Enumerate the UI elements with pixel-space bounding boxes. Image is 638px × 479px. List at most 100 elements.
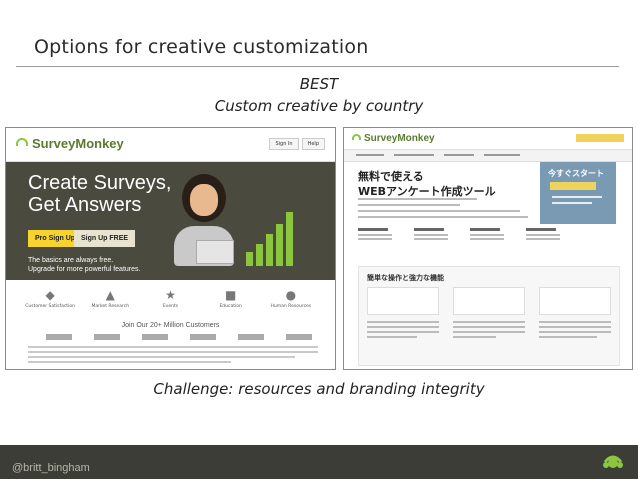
nav-item <box>356 154 384 156</box>
twitter-handle: @britt_bingham <box>12 462 90 474</box>
text-line <box>358 234 392 236</box>
feature-column <box>526 228 560 242</box>
sign-in-button: Sign In <box>269 138 299 150</box>
headline-line-1: Create Surveys, <box>28 172 172 194</box>
feature-item: ■ Education <box>203 288 259 309</box>
laptop-icon <box>196 240 234 264</box>
feature-label: Customer Satisfaction <box>25 304 75 309</box>
logo-text: SurveyMonkey <box>364 133 435 144</box>
text-line <box>539 326 611 328</box>
text-line <box>367 336 418 338</box>
text-line <box>367 321 439 323</box>
text-line <box>414 234 448 236</box>
text-line <box>539 321 611 323</box>
section-title: 簡単な操作と強力な機能 <box>367 274 444 282</box>
text-line <box>358 198 477 200</box>
panel-cta-button <box>550 182 596 190</box>
book-icon: ■ <box>224 288 237 302</box>
surveymonkey-logo: SurveyMonkey <box>16 136 124 151</box>
feature-tile <box>539 287 611 315</box>
illustration-face <box>190 184 218 216</box>
logo-text: SurveyMonkey <box>32 136 124 151</box>
customer-logo <box>94 334 120 340</box>
surveymonkey-japanese-screenshot: SurveyMonkey 無料で使える WEBアンケート作成ツール 今すぐスター… <box>343 127 633 370</box>
feature-column <box>358 228 392 242</box>
text-line <box>470 234 504 236</box>
feature-item: ◆ Customer Satisfaction <box>22 288 78 309</box>
header-cta-button <box>576 134 624 142</box>
tile-text-block <box>539 321 611 341</box>
subtext-line-2: Upgrade for more powerful features. <box>28 266 141 273</box>
feature-label: Human Resources <box>270 304 312 309</box>
feature-icon-row: ◆ Customer Satisfaction ▲ Market Research … <box>6 288 335 309</box>
nav-item <box>394 154 434 156</box>
illustration-bar <box>246 252 253 266</box>
title-divider <box>16 66 619 67</box>
tile-text-block <box>453 321 525 341</box>
features-section: 簡単な操作と強力な機能 <box>358 266 620 366</box>
customer-logo <box>46 334 72 340</box>
text-line <box>526 234 560 236</box>
text-line <box>453 326 525 328</box>
site-header: SurveyMonkey Sign In Help <box>6 128 335 162</box>
hero-banner: Create Surveys, Get Answers Pro Sign Up S… <box>6 162 335 280</box>
hero-text-block <box>358 198 528 222</box>
surveymonkey-english-screenshot: SurveyMonkey Sign In Help Create Surveys… <box>5 127 336 370</box>
surveymonkey-logo: SurveyMonkey <box>352 133 435 144</box>
star-icon: ★ <box>165 288 176 302</box>
text-line <box>358 216 528 218</box>
feature-item: ▲ Market Research <box>82 288 138 309</box>
hero-headline-line-1: 無料で使える <box>358 170 424 183</box>
slide-subtitle: Custom creative by country <box>214 97 424 115</box>
subtext-line-1: The basics are always free. <box>28 257 114 264</box>
sign-up-free-button: Sign Up FREE <box>74 230 136 247</box>
growth-chart-illustration <box>246 202 306 266</box>
nav-bar <box>344 150 632 162</box>
feature-item: ● Human Resources <box>263 288 319 309</box>
customers-heading: Join Our 20+ Million Customers <box>121 322 220 329</box>
hero-headline-line-2: WEBアンケート作成ツール <box>358 185 496 198</box>
feature-tiles <box>367 287 611 315</box>
chart-icon: ▲ <box>105 288 115 302</box>
customer-logos <box>46 334 312 340</box>
text-line <box>28 356 295 358</box>
text-line <box>367 331 439 333</box>
text-line <box>539 336 597 338</box>
text-line <box>526 238 560 240</box>
headline-line-2: Get Answers <box>28 194 142 216</box>
surveymonkey-logo-icon <box>603 455 623 468</box>
text-line <box>453 321 525 323</box>
column-title <box>470 228 500 231</box>
nav-item <box>444 154 474 156</box>
text-line <box>453 331 525 333</box>
text-line <box>552 196 602 198</box>
hero-headline: Create Surveys, Get Answers <box>28 172 171 216</box>
text-line <box>28 346 318 348</box>
illustration-bar <box>266 234 273 266</box>
text-line <box>358 204 460 206</box>
feature-columns <box>358 228 560 242</box>
feature-tile <box>453 287 525 315</box>
illustration-bar <box>276 224 283 266</box>
feature-label: Education <box>219 304 242 309</box>
customer-logo <box>142 334 168 340</box>
text-line <box>358 210 520 212</box>
feature-column <box>470 228 504 242</box>
column-title <box>358 228 388 231</box>
illustration-bar <box>286 212 293 266</box>
monkey-logo-icon <box>352 134 361 140</box>
body-text-block <box>28 346 318 366</box>
people-icon: ● <box>285 288 297 302</box>
slide-title: Options for creative customization <box>34 36 369 58</box>
hero-subtext: The basics are always free. Upgrade for m… <box>28 256 140 274</box>
slide-caption: Challenge: resources and branding integr… <box>153 380 485 398</box>
feature-label: Events <box>162 304 179 309</box>
customer-logo <box>190 334 216 340</box>
site-header: SurveyMonkey <box>344 128 632 150</box>
footer-bar: @britt_bingham <box>0 445 638 479</box>
text-line <box>358 238 392 240</box>
feature-column <box>414 228 448 242</box>
monkey-logo-icon <box>16 138 28 146</box>
text-line <box>539 331 611 333</box>
text-line <box>453 336 497 338</box>
